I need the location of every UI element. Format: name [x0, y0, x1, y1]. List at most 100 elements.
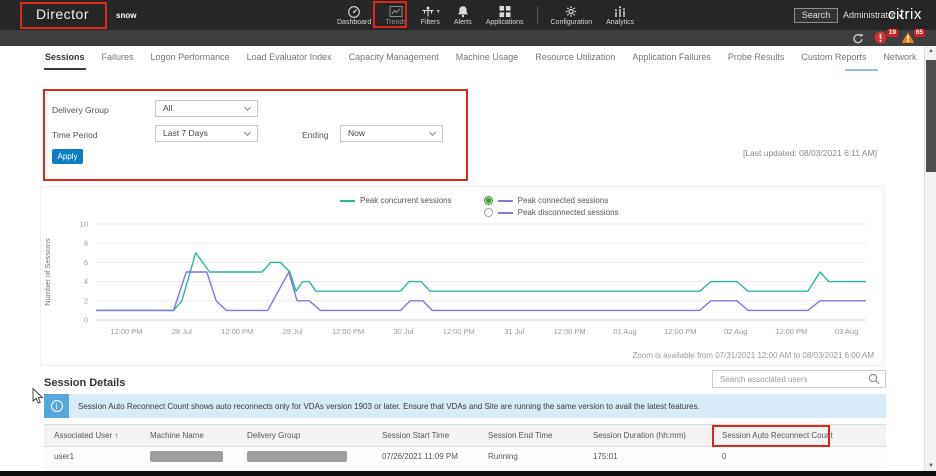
- svg-text:12:00 PM: 12:00 PM: [110, 327, 142, 336]
- search-icon[interactable]: [868, 373, 880, 385]
- mouse-cursor: [32, 388, 44, 404]
- tab-logon-performance[interactable]: Logon Performance: [150, 48, 231, 68]
- tab-probe-results[interactable]: Probe Results: [727, 48, 786, 68]
- tab-resource-utilization[interactable]: Resource Utilization: [534, 48, 616, 68]
- legend-item-peak-connected-sessions[interactable]: Peak connected sessions: [484, 196, 619, 205]
- analytics-icon: [613, 5, 627, 18]
- cell-session-duration-hh-mm: 175:01: [583, 447, 712, 469]
- nav-item-filters[interactable]: ▾Filters: [414, 0, 447, 30]
- tab-capacity-management[interactable]: Capacity Management: [348, 48, 440, 68]
- warning-alerts-button[interactable]: 65: [901, 31, 923, 45]
- legend-line-swatch: [498, 212, 513, 214]
- cell-session-end-time: Running: [478, 447, 583, 469]
- svg-text:0: 0: [84, 316, 88, 325]
- legend-radio-group: Peak connected sessions Peak disconnected…: [484, 196, 619, 217]
- tab-machine-usage[interactable]: Machine Usage: [455, 48, 520, 68]
- dashboard-icon: [347, 5, 361, 18]
- tab-application-failures[interactable]: Application Failures: [631, 48, 712, 68]
- nav-item-label: Configuration: [551, 19, 593, 26]
- sessions-line-chart[interactable]: 024681012:00 PM28 Jul12:00 PM29 Jul12:00…: [40, 218, 884, 350]
- alerts-icon: [456, 5, 470, 18]
- session-details-table: Associated User ↑Machine NameDelivery Gr…: [44, 424, 886, 471]
- column-header-session-auto-reconnect-count[interactable]: Session Auto Reconnect Count: [712, 425, 886, 446]
- legend-item-peak-disconnected-sessions[interactable]: Peak disconnected sessions: [484, 208, 619, 217]
- chevron-down-icon: [429, 129, 436, 136]
- tab-sessions[interactable]: Sessions: [44, 48, 86, 70]
- nav-icon-row: [498, 5, 512, 18]
- radio-selected-icon[interactable]: [484, 196, 493, 205]
- nav-item-applications[interactable]: Applications: [479, 0, 531, 30]
- nav-item-alerts[interactable]: Alerts: [447, 0, 479, 30]
- redacted-value: [247, 451, 347, 462]
- session-details-title: Session Details: [44, 377, 125, 389]
- scroll-up-icon[interactable]: ▲: [925, 48, 936, 54]
- delivery-group-dropdown[interactable]: All: [155, 100, 258, 117]
- column-header-machine-name[interactable]: Machine Name: [140, 425, 237, 446]
- time-period-label: Time Period: [52, 130, 98, 140]
- citrix-director-window: Director snow DashboardTrends▾FiltersAle…: [0, 0, 936, 476]
- cell-session-auto-reconnect-count: 0: [712, 447, 886, 469]
- svg-text:2: 2: [84, 296, 88, 305]
- nav-item-label: Alerts: [454, 19, 472, 26]
- time-period-value: Last 7 Days: [163, 128, 208, 138]
- legend-label: Peak concurrent sessions: [360, 196, 452, 205]
- column-header-session-duration-hh-mm[interactable]: Session Duration (hh:mm): [583, 425, 712, 446]
- search-button[interactable]: Search: [794, 8, 838, 23]
- associated-users-search-input[interactable]: [712, 370, 886, 388]
- nav-item-label: Applications: [486, 19, 524, 26]
- window-bottom-edge: [0, 471, 936, 476]
- tab-failures[interactable]: Failures: [101, 48, 135, 68]
- column-header-delivery-group[interactable]: Delivery Group: [237, 425, 372, 446]
- svg-text:03 Aug: 03 Aug: [835, 327, 858, 336]
- scrollbar-thumb[interactable]: [926, 60, 936, 172]
- cell-machine-name: [140, 447, 237, 469]
- legend-label: Peak disconnected sessions: [518, 208, 619, 217]
- nav-item-analytics[interactable]: Analytics: [599, 0, 641, 30]
- vertical-scrollbar[interactable]: ▲ ▼: [924, 46, 936, 476]
- svg-text:29 Jul: 29 Jul: [283, 327, 303, 336]
- ending-label: Ending: [302, 130, 328, 140]
- last-updated-text: [Last updated: 08/03/2021 6:11 AM]: [743, 148, 877, 158]
- tab-load-evaluator-index[interactable]: Load Evaluator Index: [246, 48, 333, 68]
- trends-tab-bar: Sessions Failures Logon Performance Load Ev…: [44, 48, 917, 72]
- ending-dropdown[interactable]: Now: [340, 125, 443, 142]
- nav-item-trends[interactable]: Trends: [378, 0, 414, 30]
- critical-alerts-button[interactable]: 19: [874, 31, 896, 45]
- tab-network[interactable]: Network: [882, 48, 917, 68]
- nav-icon-row: [389, 5, 403, 18]
- warning-alert-badge: 65: [914, 29, 925, 37]
- radio-unselected-icon[interactable]: [484, 208, 493, 217]
- column-header-associated-user[interactable]: Associated User ↑: [44, 425, 140, 446]
- cell-session-start-time: 07/26/2021 11:09 PM: [372, 447, 478, 469]
- nav-item-configuration[interactable]: Configuration: [544, 0, 600, 30]
- svg-text:10: 10: [80, 220, 88, 229]
- apply-button[interactable]: Apply: [52, 149, 83, 164]
- column-header-session-end-time[interactable]: Session End Time: [478, 425, 583, 446]
- nav-icon-row: [564, 5, 578, 18]
- citrix-logo: citrix: [888, 6, 922, 23]
- chart-legend: Peak concurrent sessions Peak connected s…: [340, 196, 619, 217]
- scroll-down-icon[interactable]: ▼: [925, 463, 936, 469]
- table-row[interactable]: user107/26/2021 11:09 PMRunning175:010: [44, 447, 886, 468]
- delivery-group-label: Delivery Group: [52, 105, 109, 115]
- director-logo[interactable]: Director: [36, 6, 89, 22]
- critical-alert-badge: 19: [887, 29, 898, 37]
- refresh-icon[interactable]: [851, 32, 865, 44]
- info-banner-text: Session Auto Reconnect Count shows auto …: [69, 402, 700, 411]
- nav-icon-row: [347, 5, 361, 18]
- legend-line-swatch: [340, 200, 355, 202]
- svg-text:30 Jul: 30 Jul: [393, 327, 413, 336]
- zoom-availability-note: Zoom is available from 07/31/2021 12:00 …: [633, 351, 875, 360]
- svg-text:12:00 PM: 12:00 PM: [332, 327, 364, 336]
- time-period-dropdown[interactable]: Last 7 Days: [155, 125, 258, 142]
- tab-custom-reports[interactable]: Custom Reports: [800, 48, 867, 68]
- svg-text:28 Jul: 28 Jul: [172, 327, 192, 336]
- svg-text:12:00 PM: 12:00 PM: [775, 327, 807, 336]
- svg-text:12:00 PM: 12:00 PM: [443, 327, 475, 336]
- table-header-row: Associated User ↑Machine NameDelivery Gr…: [44, 424, 886, 447]
- column-header-session-start-time[interactable]: Session Start Time: [372, 425, 478, 446]
- svg-text:4: 4: [84, 277, 88, 286]
- trends-icon: [389, 5, 403, 18]
- nav-item-dashboard[interactable]: Dashboard: [330, 0, 378, 30]
- svg-text:12:00 PM: 12:00 PM: [221, 327, 253, 336]
